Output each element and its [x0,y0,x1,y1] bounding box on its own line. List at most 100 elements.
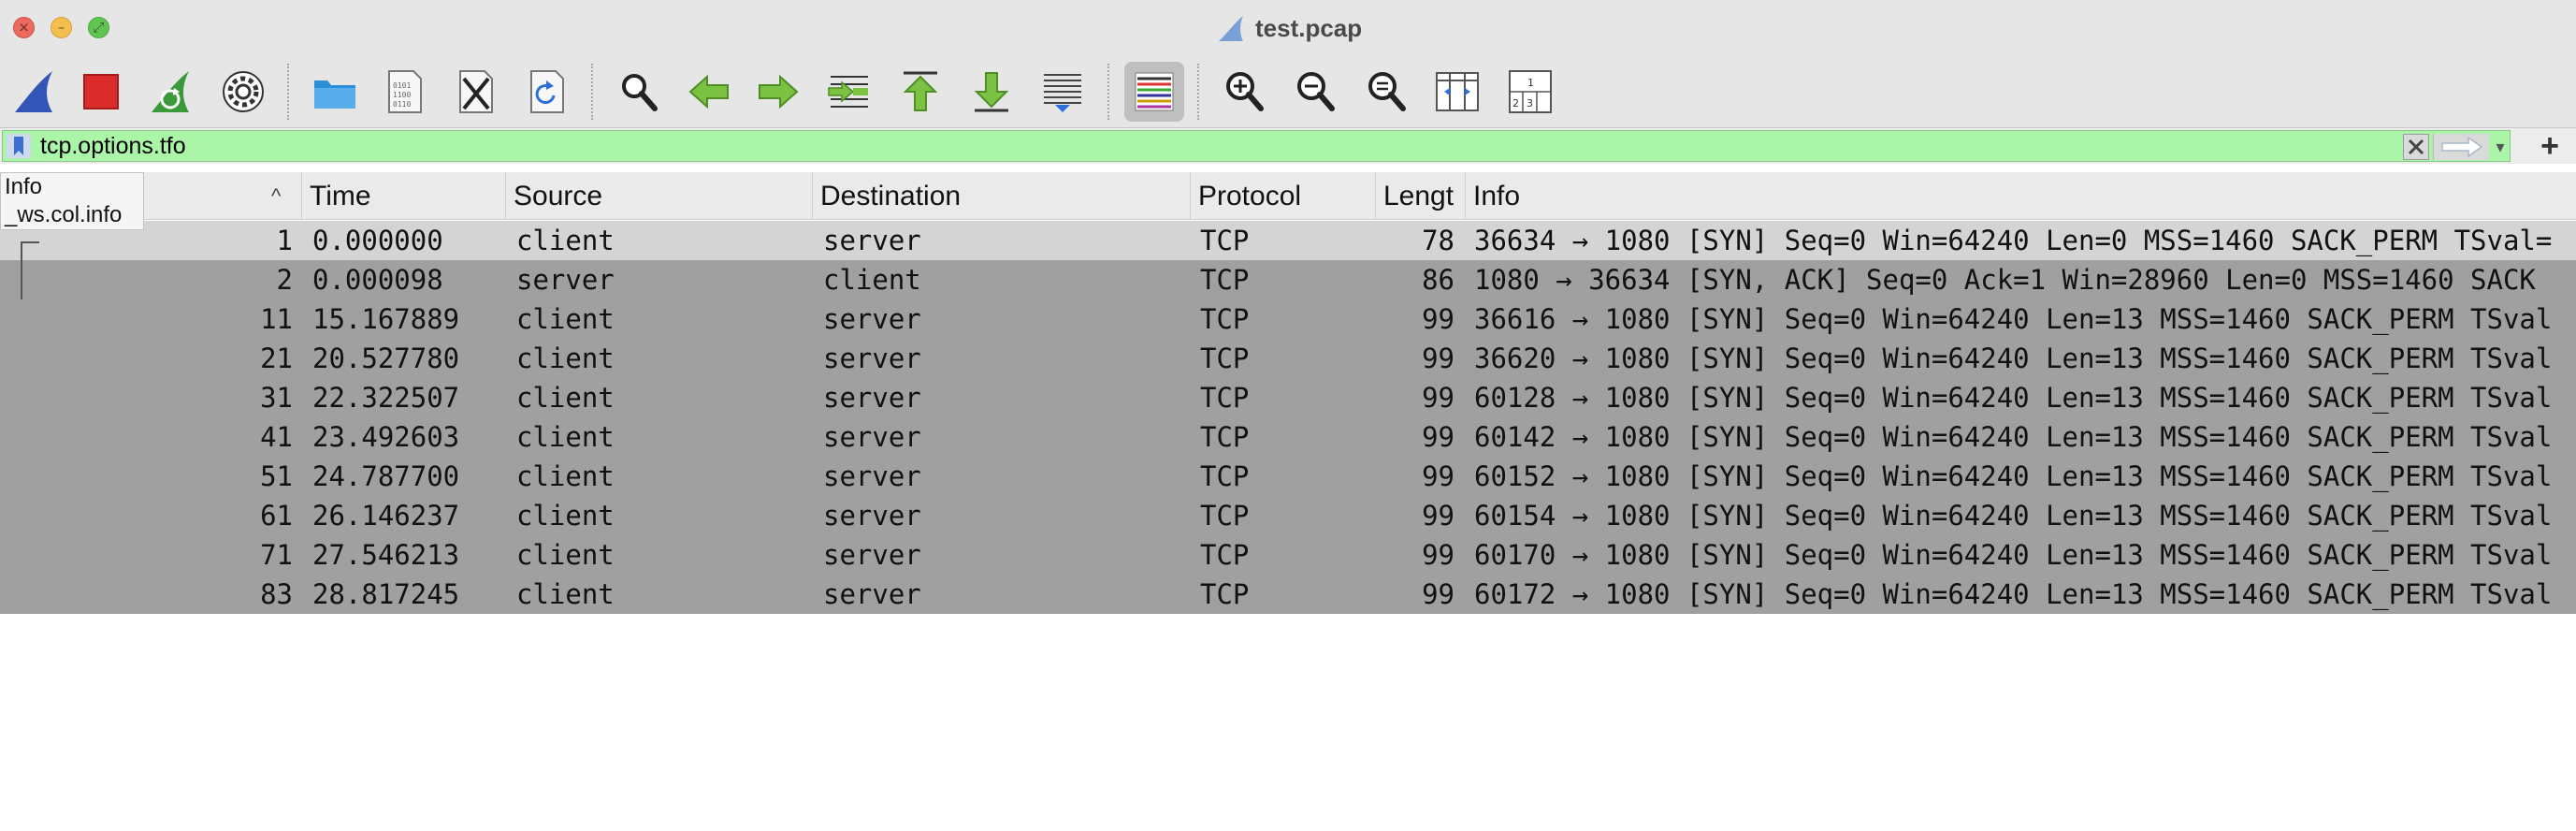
resize-columns-button[interactable] [1427,62,1487,122]
svg-text:0101: 0101 [393,81,411,90]
window-minimize-button[interactable]: – [51,17,72,38]
packet-info: 36616 → 1080 [SYN] Seq=0 Win=64240 Len=1… [1474,303,2553,335]
packet-destination: server [823,500,921,532]
packet-row[interactable]: 11 15.167889 client server TCP 99 36616 … [0,299,2576,339]
last-packet-button[interactable] [962,62,1021,122]
close-icon: × [18,19,30,36]
add-filter-button[interactable]: + [2533,130,2567,162]
packet-protocol: TCP [1200,382,1250,414]
packet-time: 15.167889 [312,303,460,335]
window-zoom-button[interactable]: ⤢ [88,17,109,38]
close-file-button[interactable] [445,62,505,122]
resize-columns-icon [1436,72,1479,111]
packet-row[interactable]: 41 23.492603 client server TCP 99 60142 … [0,417,2576,457]
save-file-button[interactable]: 0101 1100 0110 [374,62,434,122]
packet-protocol: TCP [1200,578,1250,610]
folder-icon [314,80,355,109]
packet-row[interactable]: 21 20.527780 client server TCP 99 36620 … [0,339,2576,378]
packet-length: 86 [1422,264,1454,296]
packet-list-header: ^ Time Source Destination Protocol Lengt… [0,172,2576,220]
go-forward-button[interactable] [748,62,808,122]
packet-length: 99 [1422,303,1454,335]
packet-row[interactable]: 83 28.817245 client server TCP 99 60172 … [0,575,2576,614]
go-back-button[interactable] [679,62,739,122]
packet-protocol: TCP [1200,225,1250,256]
go-to-icon [828,76,868,108]
reload-file-button[interactable] [516,62,576,122]
column-header-info[interactable]: Info [1465,172,2576,219]
layout-button[interactable]: 123 [1500,62,1560,122]
column-header-destination[interactable]: Destination [812,172,1190,219]
packet-destination: server [823,460,921,492]
packet-length: 99 [1422,539,1454,571]
start-capture-button[interactable] [4,62,64,122]
packet-number: 61 [260,500,293,532]
packet-length: 99 [1422,343,1454,374]
apply-filter-button[interactable] [2433,134,2489,160]
capture-options-button[interactable] [213,62,273,122]
column-tooltip: Info _ws.col.info [0,172,144,230]
sort-ascending-icon: ^ [271,184,282,208]
restart-fin-icon [152,71,189,112]
reload-icon [530,70,564,113]
clear-filter-button[interactable] [2403,134,2429,160]
packet-destination: server [823,578,921,610]
packet-row[interactable]: 51 24.787700 client server TCP 99 60152 … [0,457,2576,496]
svg-text:3: 3 [1527,97,1533,109]
column-header-source[interactable]: Source [505,172,812,219]
packet-source: client [516,500,615,532]
packet-source: client [516,343,615,374]
autoscroll-icon [1044,74,1081,112]
search-icon [622,74,658,111]
shark-fin-icon [1219,16,1243,41]
filter-history-dropdown[interactable]: ▾ [2491,134,2510,160]
packet-info: 60154 → 1080 [SYN] Seq=0 Win=64240 Len=1… [1474,500,2553,532]
column-header-length[interactable]: Lengt [1375,172,1465,219]
zoom-in-button[interactable] [1214,62,1274,122]
packet-time: 26.146237 [312,500,460,532]
packet-info: 60142 → 1080 [SYN] Seq=0 Win=64240 Len=1… [1474,421,2553,453]
column-header-protocol[interactable]: Protocol [1190,172,1375,219]
svg-text:1100: 1100 [393,91,411,99]
packet-row[interactable]: 1 0.000000 client server TCP 78 36634 → … [0,221,2576,260]
packet-protocol: TCP [1200,500,1250,532]
packet-destination: server [823,225,921,256]
packet-source: client [516,539,615,571]
packet-time: 0.000098 [312,264,443,296]
packet-info: 36634 → 1080 [SYN] Seq=0 Win=64240 Len=0… [1474,225,2553,256]
packet-source: client [516,225,615,256]
packet-length: 99 [1422,578,1454,610]
first-packet-button[interactable] [890,62,950,122]
restart-capture-button[interactable] [140,62,200,122]
go-to-packet-button[interactable] [819,62,879,122]
stop-icon [83,74,119,109]
packet-destination: server [823,382,921,414]
arrow-up-icon [903,71,938,111]
auto-scroll-button[interactable] [1033,62,1093,122]
packet-number: 41 [260,421,293,453]
column-header-time[interactable]: Time [301,172,505,219]
toolbar-separator [287,64,289,120]
packet-row[interactable]: 71 27.546213 client server TCP 99 60170 … [0,535,2576,575]
find-packet-button[interactable] [608,62,668,122]
window-close-button[interactable]: × [13,17,35,38]
packet-time: 24.787700 [312,460,460,492]
toolbar-separator [1197,64,1199,120]
arrow-left-icon [688,74,729,109]
colorize-button[interactable] [1124,62,1184,122]
arrow-right-icon [759,74,799,109]
packet-source: client [516,303,615,335]
packet-length: 99 [1422,460,1454,492]
display-filter-input[interactable] [40,133,2379,159]
zoom-out-button[interactable] [1285,62,1345,122]
toolbar-separator [1107,64,1109,120]
normal-size-button[interactable] [1356,62,1416,122]
packet-list-empty-area [0,616,2576,831]
packet-row[interactable]: 2 0.000098 server client TCP 86 1080 → 3… [0,260,2576,299]
packet-row[interactable]: 61 26.146237 client server TCP 99 60154 … [0,496,2576,535]
packet-protocol: TCP [1200,421,1250,453]
open-file-button[interactable] [305,62,365,122]
packet-row[interactable]: 31 22.322507 client server TCP 99 60128 … [0,378,2576,417]
stop-capture-button[interactable] [71,62,131,122]
bookmark-icon[interactable] [7,134,31,158]
